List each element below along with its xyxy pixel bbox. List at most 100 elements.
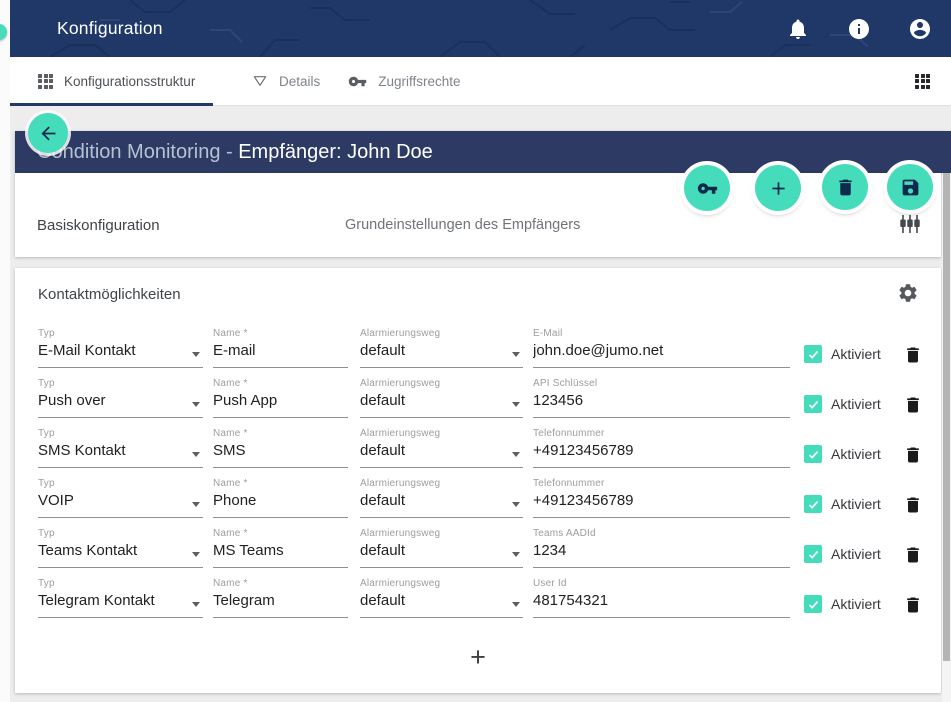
contacts-card: Kontaktmöglichkeiten Typ E-Mail Kontakt … xyxy=(15,268,941,693)
aktiviert-checkbox[interactable] xyxy=(804,595,822,613)
trash-icon xyxy=(903,595,923,615)
alarmierungsweg-label: Alarmierungsweg xyxy=(360,578,523,589)
check-icon xyxy=(807,448,820,461)
typ-value: Telegram Kontakt xyxy=(38,592,155,609)
save-icon xyxy=(900,177,921,198)
delete-contact-button[interactable] xyxy=(903,595,923,615)
alarmierungsweg-label: Alarmierungsweg xyxy=(360,328,523,339)
aktiviert-checkbox[interactable] xyxy=(804,495,822,513)
typ-select[interactable]: Typ Teams Kontakt xyxy=(38,528,203,568)
tab-label: Konfigurationsstruktur xyxy=(64,74,195,89)
page-title: Konfiguration xyxy=(57,18,163,39)
aktiviert-label: Aktiviert xyxy=(831,346,891,362)
aktiviert-label: Aktiviert xyxy=(831,596,891,612)
contact-value: +49123456789 xyxy=(533,442,634,459)
collapsed-menu-dot[interactable] xyxy=(0,24,7,40)
delete-contact-button[interactable] xyxy=(903,545,923,565)
alarmierungsweg-select[interactable]: Alarmierungsweg default xyxy=(360,478,523,518)
basis-card: Basiskonfiguration Grundeinstellungen de… xyxy=(15,173,941,257)
tab-zugriffsrechte[interactable]: Zugriffsrechte xyxy=(348,57,460,105)
chevron-down-icon xyxy=(192,602,200,607)
contact-value-input[interactable]: User Id 481754321 xyxy=(533,578,790,618)
back-button[interactable] xyxy=(28,113,68,153)
name-value: Telegram xyxy=(213,592,275,609)
typ-select[interactable]: Typ VOIP xyxy=(38,478,203,518)
account-icon[interactable] xyxy=(908,17,932,41)
tab-konfigurationsstruktur[interactable]: Konfigurationsstruktur xyxy=(10,57,213,105)
plus-icon xyxy=(768,178,789,199)
tune-sliders-icon[interactable] xyxy=(899,213,921,235)
contact-value-input[interactable]: Teams AADId 1234 xyxy=(533,528,790,568)
contact-row: Typ Teams Kontakt Name * MS Teams Alarmi… xyxy=(38,518,923,568)
triangle-down-icon xyxy=(252,73,268,89)
delete-contact-button[interactable] xyxy=(903,495,923,515)
typ-select[interactable]: Typ E-Mail Kontakt xyxy=(38,328,203,368)
add-button[interactable] xyxy=(755,165,801,211)
aktiviert-checkbox[interactable] xyxy=(804,345,822,363)
banner-title-emphasis: Empfänger: John Doe xyxy=(238,141,433,164)
chevron-down-icon xyxy=(512,352,520,357)
contacts-section-title: Kontaktmöglichkeiten xyxy=(38,286,181,303)
delete-contact-button[interactable] xyxy=(903,345,923,365)
name-input[interactable]: Name * Push App xyxy=(213,378,348,418)
banner: Condition Monitoring - Empfänger: John D… xyxy=(15,131,951,173)
save-button[interactable] xyxy=(887,164,933,210)
typ-value: VOIP xyxy=(38,492,74,509)
delete-button[interactable] xyxy=(822,164,868,210)
name-label: Name * xyxy=(213,528,348,539)
app-shell: Konfiguration Konfigurationsstruktur xyxy=(10,0,951,701)
scrollbar-thumb[interactable] xyxy=(943,173,950,661)
delete-contact-button[interactable] xyxy=(903,395,923,415)
typ-value: Teams Kontakt xyxy=(38,542,137,559)
name-input[interactable]: Name * MS Teams xyxy=(213,528,348,568)
left-gutter xyxy=(0,0,10,701)
aktiviert-group: Aktiviert xyxy=(804,595,891,613)
apps-grid-icon[interactable] xyxy=(915,74,930,89)
alarmierungsweg-select[interactable]: Alarmierungsweg default xyxy=(360,328,523,368)
add-contact-row: + xyxy=(15,642,941,673)
aktiviert-checkbox[interactable] xyxy=(804,395,822,413)
alarmierungsweg-select[interactable]: Alarmierungsweg default xyxy=(360,578,523,618)
info-icon[interactable] xyxy=(847,17,871,41)
tab-label: Zugriffsrechte xyxy=(378,74,460,89)
name-value: SMS xyxy=(213,442,246,459)
add-contact-button[interactable]: + xyxy=(462,642,494,673)
alarmierungsweg-select[interactable]: Alarmierungsweg default xyxy=(360,378,523,418)
trash-icon xyxy=(903,545,923,565)
alarmierungsweg-label: Alarmierungsweg xyxy=(360,378,523,389)
alarmierungsweg-label: Alarmierungsweg xyxy=(360,478,523,489)
name-input[interactable]: Name * SMS xyxy=(213,428,348,468)
typ-select[interactable]: Typ SMS Kontakt xyxy=(38,428,203,468)
alarmierungsweg-select[interactable]: Alarmierungsweg default xyxy=(360,528,523,568)
name-value: Phone xyxy=(213,492,256,509)
contact-value-input[interactable]: E-Mail john.doe@jumo.net xyxy=(533,328,790,368)
access-rights-button[interactable] xyxy=(684,165,730,211)
aktiviert-checkbox[interactable] xyxy=(804,445,822,463)
typ-select[interactable]: Typ Push over xyxy=(38,378,203,418)
typ-label: Typ xyxy=(38,578,203,589)
tab-details[interactable]: Details xyxy=(252,57,320,105)
name-input[interactable]: Name * Telegram xyxy=(213,578,348,618)
key-icon xyxy=(348,72,367,91)
contact-value-input[interactable]: Telefonnummer +49123456789 xyxy=(533,428,790,468)
typ-value: Push over xyxy=(38,392,106,409)
typ-select[interactable]: Typ Telegram Kontakt xyxy=(38,578,203,618)
aktiviert-checkbox[interactable] xyxy=(804,545,822,563)
name-input[interactable]: Name * Phone xyxy=(213,478,348,518)
basis-title: Basiskonfiguration xyxy=(37,217,160,234)
settings-gear-icon[interactable] xyxy=(897,282,919,304)
grid-icon xyxy=(38,74,53,89)
contact-value-input[interactable]: API Schlüssel 123456 xyxy=(533,378,790,418)
delete-contact-button[interactable] xyxy=(903,445,923,465)
notifications-bell-icon[interactable] xyxy=(786,17,810,41)
name-value: MS Teams xyxy=(213,542,284,559)
chevron-down-icon xyxy=(192,502,200,507)
scrollbar[interactable] xyxy=(942,173,951,702)
aktiviert-label: Aktiviert xyxy=(831,396,891,412)
banner-title-prefix: Condition Monitoring - xyxy=(37,141,238,164)
aktiviert-label: Aktiviert xyxy=(831,496,891,512)
chevron-down-icon xyxy=(512,402,520,407)
alarmierungsweg-select[interactable]: Alarmierungsweg default xyxy=(360,428,523,468)
contact-value-input[interactable]: Telefonnummer +49123456789 xyxy=(533,478,790,518)
name-input[interactable]: Name * E-mail xyxy=(213,328,348,368)
